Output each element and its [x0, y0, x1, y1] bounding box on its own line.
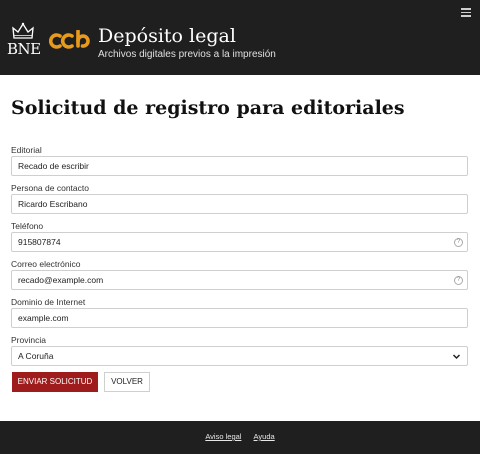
province-value: A Coruña	[18, 351, 54, 361]
phone-value: 915807874	[18, 237, 61, 247]
footer: Aviso legal Ayuda	[0, 421, 480, 454]
editorial-label: Editorial	[11, 145, 42, 155]
bne-logo-text: BNE	[7, 40, 41, 58]
back-button[interactable]: VOLVER	[104, 372, 150, 392]
site-title: Depósito legal	[98, 25, 236, 47]
bne-logo[interactable]: BNE	[7, 22, 41, 62]
editorial-value: Recado de escribir	[18, 161, 89, 171]
ccb-logo[interactable]: ccb	[49, 30, 91, 52]
editorial-field[interactable]: Recado de escribir	[11, 156, 468, 176]
province-label: Provincia	[11, 335, 46, 345]
phone-label: Teléfono	[11, 221, 44, 231]
email-label: Correo electrónico	[11, 259, 81, 269]
help-link[interactable]: Ayuda	[254, 432, 275, 441]
footer-links: Aviso legal Ayuda	[0, 432, 480, 441]
crown-icon	[12, 22, 34, 39]
phone-help-icon[interactable]: ?	[454, 238, 463, 247]
legal-notice-link[interactable]: Aviso legal	[205, 432, 241, 441]
chevron-down-icon	[452, 354, 461, 360]
hamburger-menu-icon[interactable]	[461, 8, 471, 17]
header-bar: BNE ccb Depósito legal Archivos digitale…	[0, 0, 480, 75]
domain-label: Dominio de Internet	[11, 297, 86, 307]
site-subtitle: Archivos digitales previos a la impresió…	[98, 49, 276, 60]
submit-button[interactable]: ENVIAR SOLICITUD	[12, 372, 98, 392]
phone-field[interactable]: 915807874 ?	[11, 232, 468, 252]
province-select[interactable]: A Coruña	[11, 346, 468, 366]
domain-field[interactable]: example.com	[11, 308, 468, 328]
contact-field[interactable]: Ricardo Escribano	[11, 194, 468, 214]
contact-label: Persona de contacto	[11, 183, 89, 193]
contact-value: Ricardo Escribano	[18, 199, 88, 209]
email-field[interactable]: recado@example.com ?	[11, 270, 468, 290]
page-title: Solicitud de registro para editoriales	[11, 97, 405, 119]
domain-value: example.com	[18, 313, 69, 323]
email-value: recado@example.com	[18, 275, 104, 285]
email-help-icon[interactable]: ?	[454, 276, 463, 285]
